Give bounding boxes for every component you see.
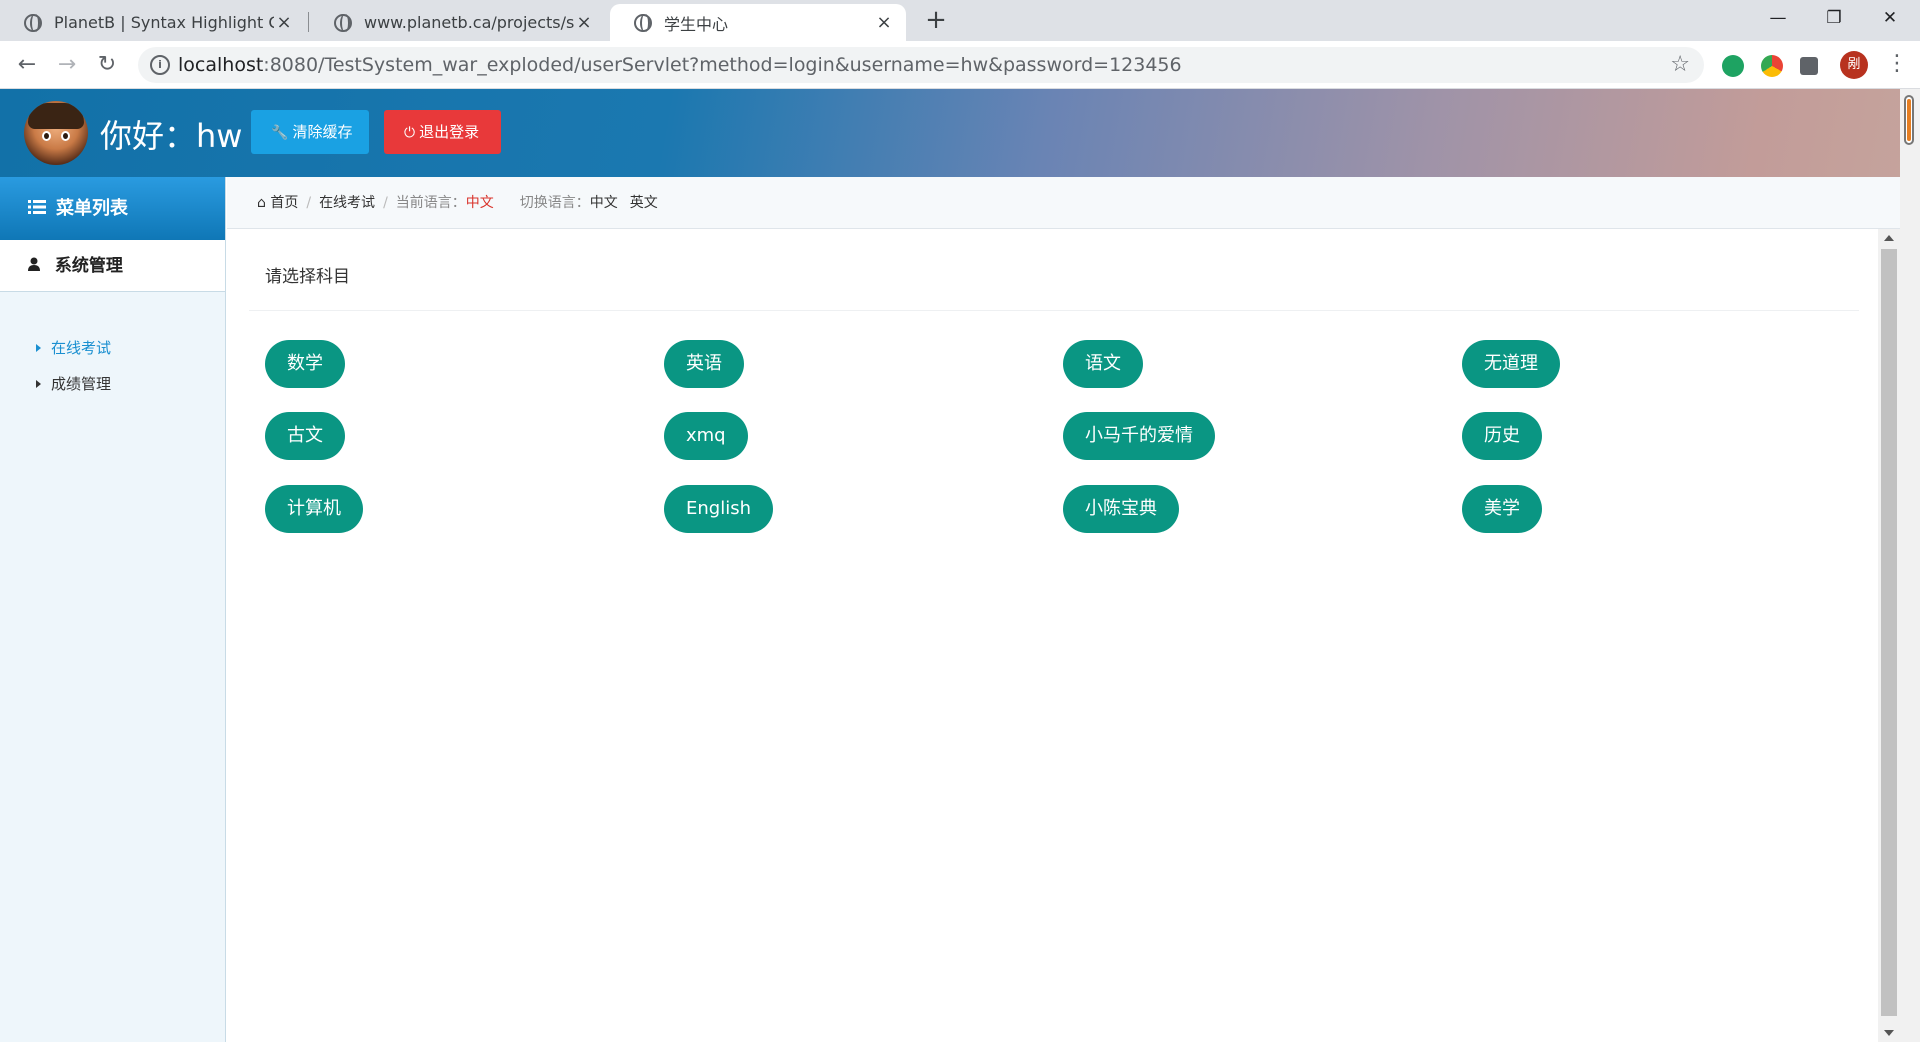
globe-icon — [634, 13, 652, 32]
globe-icon — [334, 13, 352, 32]
switch-language-chinese[interactable]: 中文 — [590, 195, 618, 211]
breadcrumb: ⌂ 首页 / 在线考试 / 当前语言：中文 切换语言：中文 英文 — [227, 177, 1904, 229]
current-language-label: 当前语言： — [395, 195, 466, 211]
breadcrumb-current[interactable]: 在线考试 — [319, 195, 375, 211]
sidebar-title: 菜单列表 — [56, 198, 128, 219]
subject-button[interactable]: 历史 — [1462, 412, 1542, 460]
subject-button[interactable]: 古文 — [265, 412, 345, 460]
puzzle-extensions-icon[interactable] — [1800, 57, 1818, 75]
caret-right-icon — [36, 380, 41, 388]
sidebar-item-label: 在线考试 — [51, 339, 112, 357]
breadcrumb-separator: / — [383, 195, 388, 211]
content-scrollbar[interactable] — [1878, 229, 1900, 1042]
sidebar: 菜单列表 系统管理 在线考试 成绩管理 — [0, 177, 226, 1042]
page-header: 你好：hw 🔧 清除缓存 ⏻ 退出登录 — [0, 89, 1904, 177]
close-window-button[interactable]: ✕ — [1862, 0, 1918, 36]
browser-toolbar: ← → ↻ i localhost:8080/TestSystem_war_ex… — [0, 41, 1920, 89]
content-scrollbar-thumb[interactable] — [1881, 249, 1897, 1016]
logout-button[interactable]: ⏻ 退出登录 — [384, 110, 501, 154]
current-language-value: 中文 — [465, 195, 494, 211]
browser-tab-planetb[interactable]: PlanetB | Syntax Highlight Code × — [0, 4, 306, 41]
main-content: 请选择科目 数学 英语 语文 无道理 古文 xmq 小马千的爱情 历史 计算机 … — [227, 229, 1878, 1042]
profile-avatar[interactable]: 剐 — [1840, 51, 1868, 79]
tab-title: PlanetB | Syntax Highlight Code — [54, 13, 274, 32]
breadcrumb-home[interactable]: 首页 — [270, 195, 298, 211]
scroll-down-arrow-icon[interactable] — [1884, 1030, 1894, 1036]
subject-button[interactable]: xmq — [664, 412, 748, 460]
sidebar-item-label: 成绩管理 — [51, 375, 112, 393]
tab-title: www.planetb.ca/projects/syntax — [364, 13, 574, 32]
subject-button[interactable]: 小陈宝典 — [1063, 485, 1179, 533]
breadcrumb-separator: / — [306, 195, 312, 211]
content-divider — [249, 310, 1859, 311]
tab-title: 学生中心 — [664, 14, 729, 34]
avatar-eye — [61, 131, 70, 141]
wrench-icon: 🔧 — [271, 125, 289, 141]
sidebar-header: 菜单列表 — [0, 177, 225, 240]
tab-close-icon[interactable]: × — [874, 12, 894, 33]
subject-button[interactable]: 小马千的爱情 — [1063, 412, 1215, 460]
url-text[interactable]: localhost:8080/TestSystem_war_exploded/u… — [178, 54, 1182, 76]
browser-tab-student-center[interactable]: 学生中心 × — [610, 4, 906, 41]
tab-close-icon[interactable]: × — [274, 12, 294, 33]
clear-cache-button[interactable]: 🔧 清除缓存 — [251, 110, 369, 154]
scroll-up-arrow-icon[interactable] — [1884, 235, 1894, 241]
power-icon: ⏻ — [404, 125, 416, 141]
info-icon[interactable]: i — [150, 55, 170, 75]
switch-language-label: 切换语言： — [519, 195, 590, 211]
page-viewport: 你好：hw 🔧 清除缓存 ⏻ 退出登录 菜单列表 系统管理 在线考试 成绩管理 ⌂ … — [0, 89, 1904, 1042]
home-icon: ⌂ — [257, 195, 266, 211]
address-bar[interactable]: i localhost:8080/TestSystem_war_exploded… — [138, 47, 1704, 83]
search-extension-icon[interactable] — [1722, 55, 1744, 77]
user-avatar — [24, 101, 88, 165]
tab-close-icon[interactable]: × — [574, 12, 594, 33]
browser-tab-bar: PlanetB | Syntax Highlight Code × www.pl… — [0, 0, 1920, 41]
subject-button[interactable]: 计算机 — [265, 485, 363, 533]
minimize-button[interactable]: — — [1750, 0, 1806, 36]
avatar-hair — [28, 103, 84, 129]
clear-cache-label: 清除缓存 — [292, 123, 353, 141]
subject-button[interactable]: 数学 — [265, 340, 345, 388]
page-scrollbar-thumb[interactable] — [1904, 95, 1914, 145]
avatar-eye — [42, 131, 51, 141]
user-icon — [28, 257, 45, 275]
logout-label: 退出登录 — [419, 123, 480, 141]
subject-button[interactable]: 语文 — [1063, 340, 1143, 388]
subject-select-title: 请选择科目 — [265, 267, 350, 287]
sidebar-section-system[interactable]: 系统管理 — [0, 240, 225, 292]
url-path: :8080/TestSystem_war_exploded/userServle… — [263, 54, 1182, 76]
browser-tab-planetb-projects[interactable]: www.planetb.ca/projects/syntax × — [310, 4, 606, 41]
url-host: localhost — [178, 54, 264, 76]
browser-menu-icon[interactable]: ⋮ — [1886, 49, 1908, 81]
subject-button[interactable]: 无道理 — [1462, 340, 1560, 388]
subject-button[interactable]: 英语 — [664, 340, 744, 388]
sidebar-item-online-exam[interactable]: 在线考试 — [36, 337, 111, 358]
back-arrow-icon[interactable]: ← — [11, 49, 43, 81]
page-scrollbar[interactable] — [1900, 89, 1920, 1042]
forward-arrow-icon[interactable]: → — [51, 49, 83, 81]
subject-button[interactable]: English — [664, 485, 773, 533]
tab-separator — [308, 12, 309, 32]
reload-icon[interactable]: ↻ — [91, 49, 123, 81]
globe-icon — [24, 13, 42, 32]
sidebar-item-grade-management[interactable]: 成绩管理 — [36, 373, 111, 394]
caret-right-icon — [36, 344, 41, 352]
bookmark-star-icon[interactable]: ☆ — [1670, 52, 1690, 77]
new-tab-button[interactable]: + — [922, 6, 950, 34]
maximize-button[interactable]: ❐ — [1806, 0, 1862, 36]
switch-language-english[interactable]: 英文 — [630, 195, 658, 211]
list-icon — [28, 177, 46, 240]
subject-button[interactable]: 美学 — [1462, 485, 1542, 533]
sidebar-section-label: 系统管理 — [54, 256, 123, 276]
chrome-extension-icon[interactable] — [1761, 55, 1783, 77]
greeting-text: 你好：hw — [100, 117, 243, 155]
